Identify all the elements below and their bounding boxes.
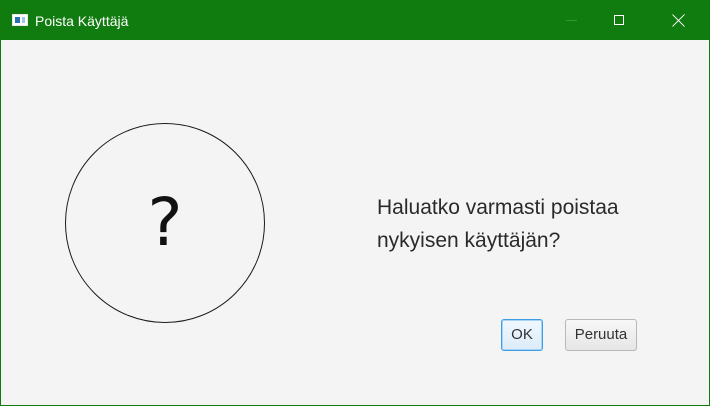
app-window-icon [12,14,28,26]
title-bar[interactable]: Poista Käyttäjä [1,1,709,40]
confirmation-message: Haluatko varmasti poistaa nykyisen käytt… [377,196,619,252]
question-icon: ? [65,123,265,323]
ok-button[interactable]: OK [501,319,543,351]
maximize-icon [614,15,624,25]
minimize-icon [566,20,577,21]
minimize-button[interactable] [549,1,595,40]
close-icon [672,14,685,27]
cancel-button[interactable]: Peruuta [565,319,637,351]
maximize-button[interactable] [597,1,643,40]
dialog-window: Poista Käyttäjä ? Haluatko varmasti pois… [0,0,710,406]
window-title: Poista Käyttäjä [35,13,129,29]
question-mark-symbol: ? [147,184,183,261]
close-button[interactable] [656,1,702,40]
